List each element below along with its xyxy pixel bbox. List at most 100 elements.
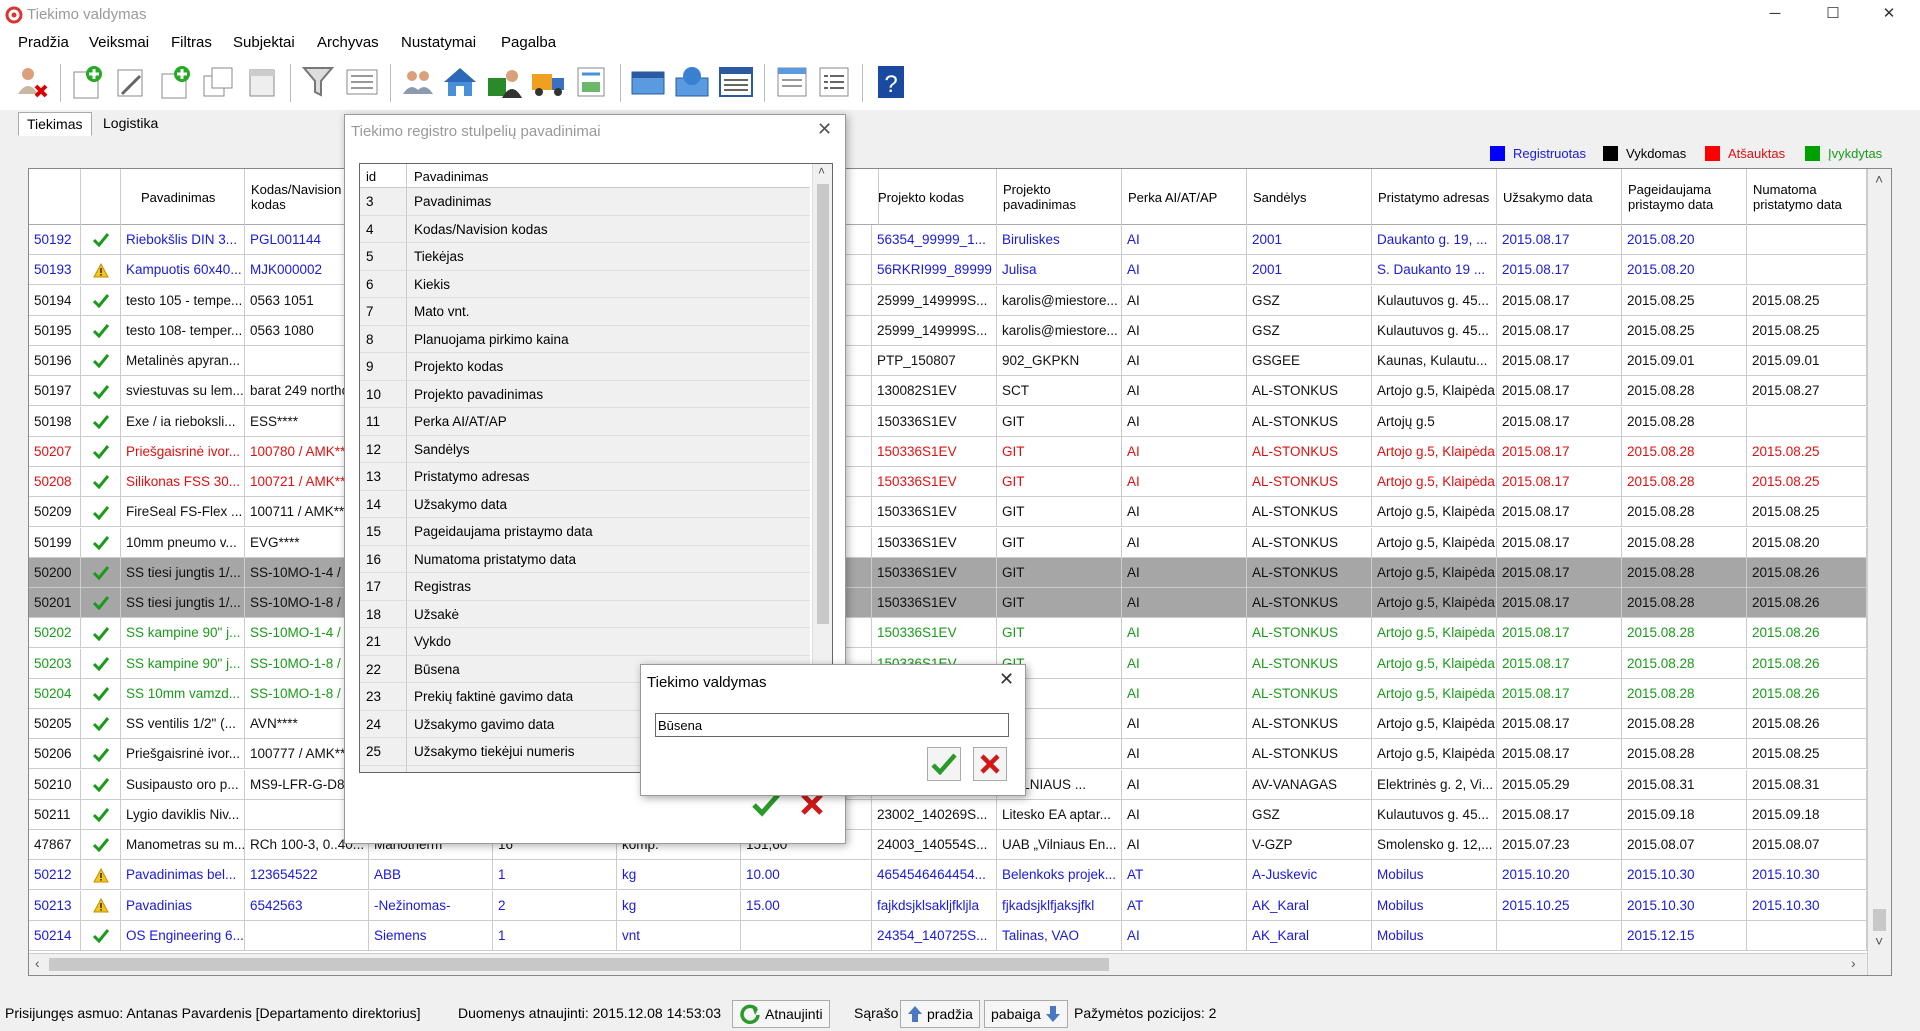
cell-desired-date[interactable]: 2015.08.28 bbox=[1622, 467, 1747, 497]
cell-desired-date[interactable]: 2015.12.15 bbox=[1622, 920, 1747, 951]
table-row[interactable]: 50199 10mm pneumo v... EVG**** 150336S1EV GI… bbox=[29, 527, 1867, 558]
cell-planned-date[interactable]: 2015.08.25 bbox=[1747, 739, 1867, 770]
table-row[interactable]: 50193 Kampuotis 60x40... MJK000002 56RKRI99… bbox=[29, 255, 1867, 286]
cell-name[interactable]: SS tiesi jungtis 1/... bbox=[121, 557, 245, 588]
cell-project-code[interactable]: 150336S1EV bbox=[872, 406, 997, 437]
remove-user-icon[interactable] bbox=[12, 62, 52, 102]
cell-status[interactable] bbox=[81, 225, 121, 255]
cell-warehouse[interactable]: GSZ bbox=[1247, 799, 1372, 830]
cell-perka[interactable]: AI bbox=[1122, 618, 1247, 649]
cell-warehouse[interactable]: AL-STONKUS bbox=[1247, 739, 1372, 770]
new-document-icon[interactable] bbox=[68, 62, 108, 102]
cell-address[interactable]: Kulautuvos g. 45... bbox=[1372, 285, 1497, 316]
cell-project-code[interactable]: 150336S1EV bbox=[872, 557, 997, 588]
cell-perka[interactable]: AI bbox=[1122, 920, 1247, 951]
list-item[interactable]: 9 Projekto kodas bbox=[360, 353, 810, 381]
cell-order-date[interactable] bbox=[1497, 920, 1622, 951]
copy-icon[interactable] bbox=[198, 62, 238, 102]
cell-order-date[interactable]: 2015.08.17 bbox=[1497, 678, 1622, 709]
cell-planned-date[interactable]: 2015.08.20 bbox=[1747, 527, 1867, 558]
cell-id[interactable]: 50193 bbox=[29, 255, 81, 286]
edit-document-icon[interactable] bbox=[110, 62, 150, 102]
cell-project-name[interactable]: karolis@miestore... bbox=[997, 285, 1122, 316]
cell-warehouse[interactable]: V-GZP bbox=[1247, 830, 1372, 860]
cell-name[interactable]: Susipausto oro p... bbox=[121, 769, 245, 800]
cell-warehouse[interactable]: AL-STONKUS bbox=[1247, 467, 1372, 497]
cell-name[interactable]: Priešgaisrinė ivor... bbox=[121, 739, 245, 770]
cell-project-code[interactable]: 24003_140554S... bbox=[872, 830, 997, 860]
cell-quantity[interactable]: 2 bbox=[493, 890, 617, 921]
cell-status[interactable] bbox=[81, 315, 121, 346]
cell-address[interactable]: Kulautuvos g. 45... bbox=[1372, 799, 1497, 830]
cell-name[interactable]: Pavadinias bbox=[121, 890, 245, 921]
menu-filtras[interactable]: Filtras bbox=[171, 34, 212, 51]
list-item[interactable]: 21 Vykdo bbox=[360, 628, 810, 656]
cell-address[interactable]: Artojo g.5, Klaipėda bbox=[1372, 588, 1497, 618]
tab-logistika[interactable]: Logistika bbox=[95, 112, 166, 136]
cell-order-date[interactable]: 2015.08.17 bbox=[1497, 739, 1622, 770]
cell-desired-date[interactable]: 2015.08.07 bbox=[1622, 830, 1747, 860]
cell-order-date[interactable]: 2015.08.17 bbox=[1497, 618, 1622, 649]
cell-desired-date[interactable]: 2015.08.28 bbox=[1622, 527, 1747, 558]
cell-planned-date[interactable]: 2015.08.25 bbox=[1747, 285, 1867, 316]
cell-perka[interactable]: AI bbox=[1122, 648, 1247, 679]
cell-name[interactable]: Metalinės apyran... bbox=[121, 346, 245, 376]
dialog2-cancel-button[interactable] bbox=[973, 747, 1007, 781]
cell-project-code[interactable]: 25999_149999S... bbox=[872, 285, 997, 316]
cell-project-name[interactable]: SCT bbox=[997, 376, 1122, 407]
minimize-button[interactable]: ─ bbox=[1752, 0, 1798, 30]
cell-order-date[interactable]: 2015.08.17 bbox=[1497, 557, 1622, 588]
cell-perka[interactable]: AI bbox=[1122, 315, 1247, 346]
dialog-close-icon[interactable]: ✕ bbox=[817, 119, 832, 140]
cell-id[interactable]: 50202 bbox=[29, 618, 81, 649]
table-row[interactable]: 47867 Manometras su m... RCh 100-3, 0..40.… bbox=[29, 830, 1867, 860]
cell-desired-date[interactable]: 2015.09.18 bbox=[1622, 799, 1747, 830]
cell-id[interactable]: 50195 bbox=[29, 315, 81, 346]
cell-id[interactable]: 50199 bbox=[29, 527, 81, 558]
cell-supplier[interactable]: -Nežinomas- bbox=[369, 890, 493, 921]
cell-order-date[interactable]: 2015.08.17 bbox=[1497, 648, 1622, 679]
cell-project-name[interactable]: Belenkoks projek... bbox=[997, 860, 1122, 891]
cell-order-date[interactable]: 2015.08.17 bbox=[1497, 285, 1622, 316]
cell-price[interactable] bbox=[741, 920, 872, 951]
table-row[interactable]: 50207 Priešgaisrinė ivor... 100780 / AMK**… bbox=[29, 436, 1867, 467]
cell-project-code[interactable]: 150336S1EV bbox=[872, 588, 997, 618]
cell-status[interactable] bbox=[81, 860, 121, 891]
cell-status[interactable] bbox=[81, 376, 121, 407]
cell-project-name[interactable]: GIT bbox=[997, 467, 1122, 497]
cell-address[interactable]: Daukanto g. 19, ... bbox=[1372, 225, 1497, 255]
cell-planned-date[interactable]: 2015.08.26 bbox=[1747, 588, 1867, 618]
cell-status[interactable] bbox=[81, 467, 121, 497]
cell-perka[interactable]: AI bbox=[1122, 225, 1247, 255]
list-item[interactable]: 3 Pavadinimas bbox=[360, 188, 810, 216]
cell-desired-date[interactable]: 2015.08.28 bbox=[1622, 557, 1747, 588]
cell-id[interactable]: 50211 bbox=[29, 799, 81, 830]
cell-order-date[interactable]: 2015.08.17 bbox=[1497, 709, 1622, 739]
cell-order-date[interactable]: 2015.08.17 bbox=[1497, 255, 1622, 286]
cell-id[interactable]: 50196 bbox=[29, 346, 81, 376]
header-pristatymo-adresas[interactable]: Pristatymo adresas bbox=[1372, 169, 1497, 225]
cell-supplier[interactable]: Siemens bbox=[369, 920, 493, 951]
list-header-name[interactable]: Pavadinimas bbox=[414, 169, 488, 184]
cell-perka[interactable]: AI bbox=[1122, 527, 1247, 558]
cell-perka[interactable]: AI bbox=[1122, 376, 1247, 407]
table-row[interactable]: 50214 OS Engineering 6... Siemens 1 vnt 24354… bbox=[29, 920, 1867, 951]
cell-planned-date[interactable]: 2015.08.26 bbox=[1747, 618, 1867, 649]
list-item[interactable]: 14 Užsakymo data bbox=[360, 490, 810, 518]
dialog-close-icon[interactable]: ✕ bbox=[999, 669, 1014, 690]
cell-warehouse[interactable]: AV-VANAGAS bbox=[1247, 769, 1372, 800]
list-item[interactable]: 6 Kiekis bbox=[360, 270, 810, 298]
cell-warehouse[interactable]: AL-STONKUS bbox=[1247, 678, 1372, 709]
cell-desired-date[interactable]: 2015.08.28 bbox=[1622, 648, 1747, 679]
cell-project-code[interactable]: 56354_99999_1... bbox=[872, 225, 997, 255]
cell-perka[interactable]: AI bbox=[1122, 588, 1247, 618]
cell-planned-date[interactable]: 2015.08.26 bbox=[1747, 648, 1867, 679]
list-item[interactable]: 4 Kodas/Navision kodas bbox=[360, 215, 810, 243]
home-icon[interactable] bbox=[440, 62, 480, 102]
cell-order-date[interactable]: 2015.10.25 bbox=[1497, 890, 1622, 921]
cell-perka[interactable]: AI bbox=[1122, 285, 1247, 316]
cell-project-code[interactable]: PTP_150807 bbox=[872, 346, 997, 376]
cell-name[interactable]: FireSeal FS-Flex ... bbox=[121, 497, 245, 528]
cell-name[interactable]: SS 10mm vamzd... bbox=[121, 678, 245, 709]
cell-perka[interactable]: AI bbox=[1122, 799, 1247, 830]
